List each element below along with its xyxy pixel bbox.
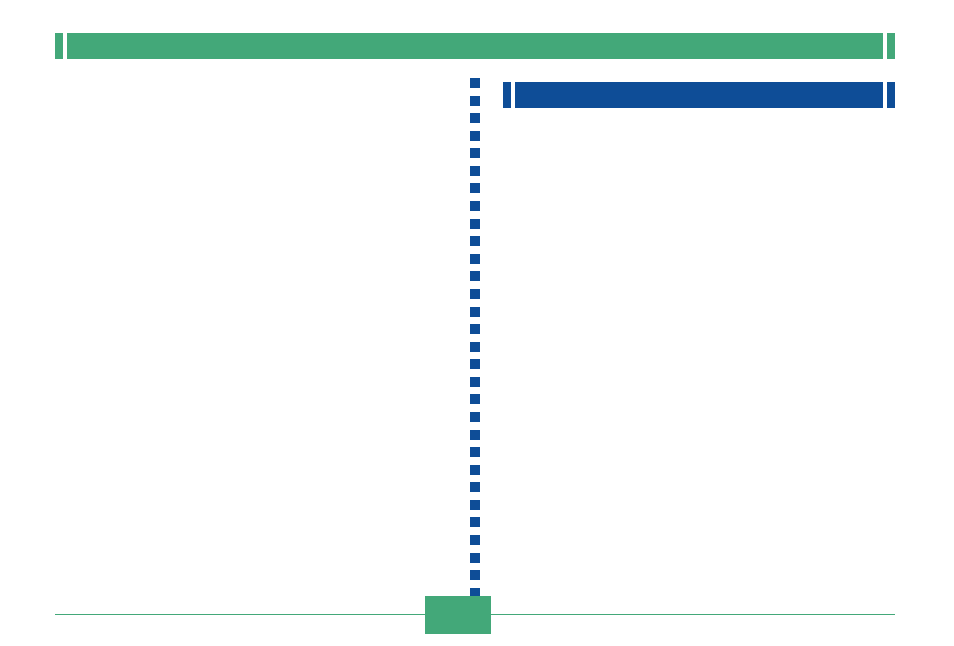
- divider-dot: [470, 289, 480, 299]
- subheader-main: [515, 82, 883, 108]
- divider-dot: [470, 430, 480, 440]
- divider-dot: [470, 166, 480, 176]
- divider-dot: [470, 271, 480, 281]
- subheader-right-notch: [887, 82, 895, 108]
- divider-dot: [470, 377, 480, 387]
- divider-dot: [470, 148, 480, 158]
- divider-dot: [470, 131, 480, 141]
- divider-dot: [470, 412, 480, 422]
- divider-dot: [470, 254, 480, 264]
- header-main: [67, 33, 883, 59]
- divider-dot: [470, 113, 480, 123]
- divider-dot: [470, 553, 480, 563]
- divider-dot: [470, 236, 480, 246]
- header-right-notch: [887, 33, 895, 59]
- header-left-notch: [55, 33, 63, 59]
- divider-dot: [470, 78, 480, 88]
- header-bar: [55, 33, 895, 59]
- vertical-divider-dotted: [470, 78, 480, 598]
- divider-dot: [470, 447, 480, 457]
- bottom-rectangle: [425, 596, 491, 634]
- divider-dot: [470, 307, 480, 317]
- divider-dot: [470, 394, 480, 404]
- divider-dot: [470, 324, 480, 334]
- subheader-left-notch: [503, 82, 511, 108]
- divider-dot: [470, 465, 480, 475]
- divider-dot: [470, 517, 480, 527]
- subheader-bar: [503, 82, 895, 108]
- divider-dot: [470, 183, 480, 193]
- divider-dot: [470, 570, 480, 580]
- divider-dot: [470, 342, 480, 352]
- divider-dot: [470, 535, 480, 545]
- divider-dot: [470, 482, 480, 492]
- divider-dot: [470, 96, 480, 106]
- divider-dot: [470, 219, 480, 229]
- divider-dot: [470, 359, 480, 369]
- divider-dot: [470, 500, 480, 510]
- divider-dot: [470, 201, 480, 211]
